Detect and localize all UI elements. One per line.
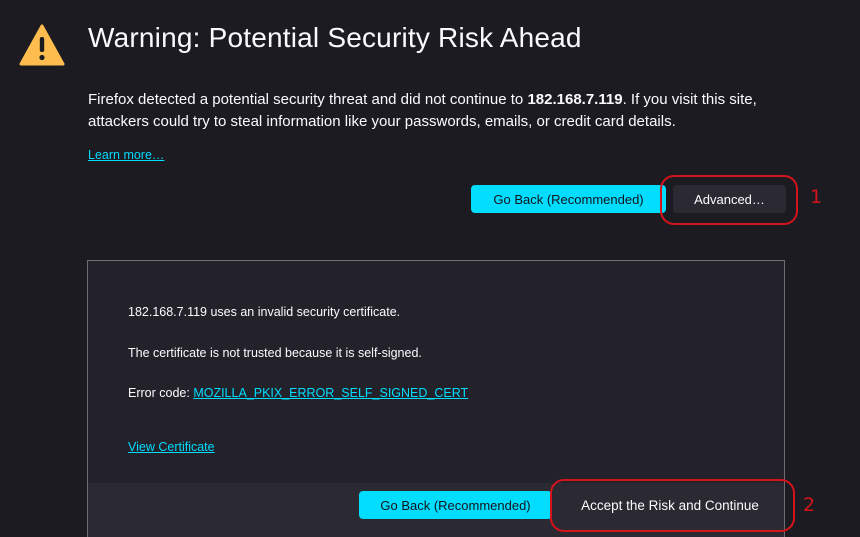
go-back-button-bottom[interactable]: Go Back (Recommended) xyxy=(359,491,552,519)
error-code-label: Error code: xyxy=(128,386,194,400)
not-trusted-text: The certificate is not trusted because i… xyxy=(128,346,422,360)
security-warning-page: Warning: Potential Security Risk Ahead F… xyxy=(0,0,860,537)
description-host: 182.168.7.119 xyxy=(527,91,623,108)
error-code-link[interactable]: MOZILLA_PKIX_ERROR_SELF_SIGNED_CERT xyxy=(193,386,468,400)
annotation-number-1: 1 xyxy=(810,186,823,208)
view-certificate-link[interactable]: View Certificate xyxy=(128,440,215,454)
go-back-button[interactable]: Go Back (Recommended) xyxy=(471,185,666,213)
invalid-certificate-text: 182.168.7.119 uses an invalid security c… xyxy=(128,305,401,319)
warning-description: Firefox detected a potential security th… xyxy=(88,89,818,133)
warning-icon xyxy=(19,24,65,66)
error-code-line: Error code: MOZILLA_PKIX_ERROR_SELF_SIGN… xyxy=(128,386,468,400)
learn-more-link[interactable]: Learn more… xyxy=(88,148,164,162)
page-title: Warning: Potential Security Risk Ahead xyxy=(88,22,582,53)
accept-risk-button[interactable]: Accept the Risk and Continue xyxy=(559,491,781,519)
advanced-button[interactable]: Advanced… xyxy=(673,185,786,213)
annotation-number-2: 2 xyxy=(803,494,816,516)
description-text-before: Firefox detected a potential security th… xyxy=(88,91,528,108)
